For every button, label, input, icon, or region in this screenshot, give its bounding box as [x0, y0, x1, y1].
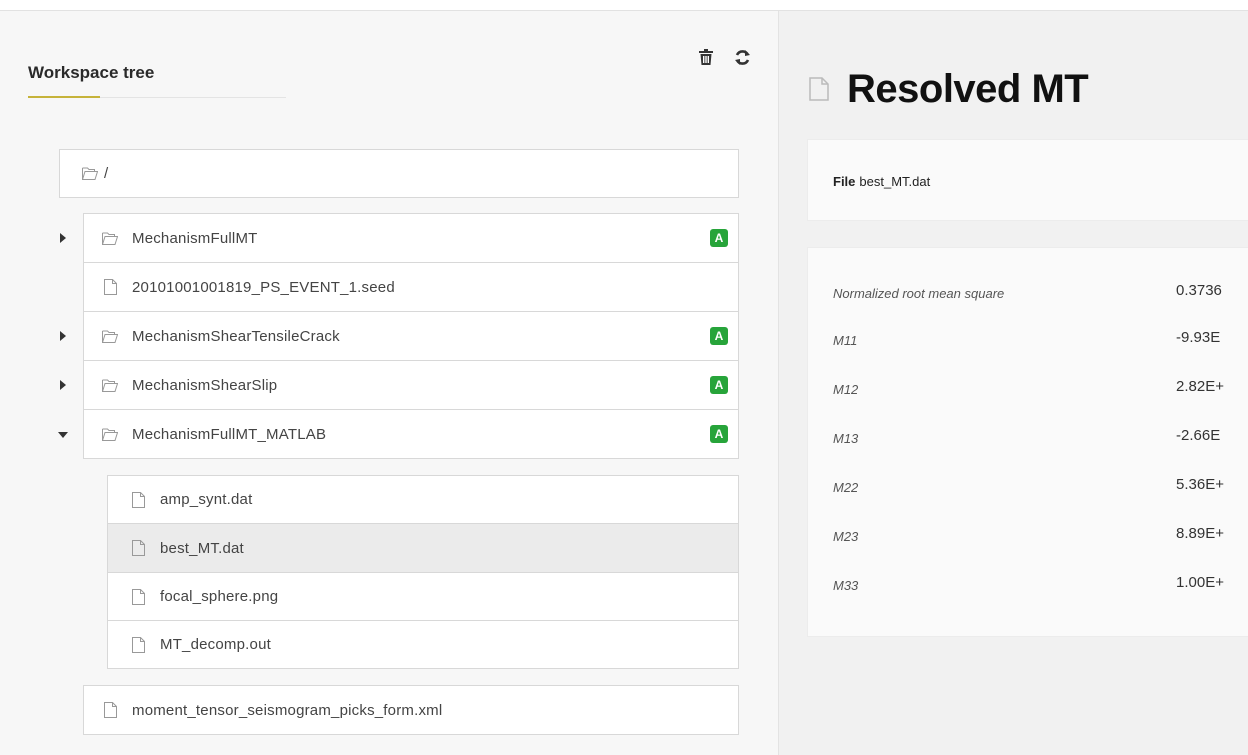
tree-child-label: best_MT.dat [160, 539, 244, 557]
workspace-title-underline [28, 96, 286, 98]
result-row: M33 1.00E+ [808, 574, 1248, 604]
result-key: Normalized root mean square [833, 286, 1005, 301]
result-key: M23 [833, 529, 859, 544]
tree-item-label: moment_tensor_seismogram_picks_form.xml [132, 701, 443, 719]
root-path-label: / [104, 165, 109, 182]
file-icon [130, 636, 146, 653]
folder-icon [102, 230, 118, 246]
root-path-node[interactable]: / [59, 149, 739, 198]
tree-child-best-mt[interactable]: best_MT.dat [107, 523, 739, 573]
tree-child-label: amp_synt.dat [160, 491, 253, 508]
status-badge: A [710, 229, 728, 247]
file-icon [130, 491, 146, 508]
tree-item-mechanism-shear-slip[interactable]: MechanismShearSlip A [83, 360, 739, 410]
tree-item-label: MechanismShearTensileCrack [132, 327, 340, 345]
file-label: File [833, 174, 856, 189]
result-key: M12 [833, 382, 859, 397]
status-badge: A [710, 425, 728, 443]
result-value: 1.00E+ [1176, 574, 1224, 591]
caret-down-icon[interactable] [58, 430, 68, 440]
file-icon [809, 76, 831, 103]
result-value: -2.66E [1176, 427, 1221, 444]
result-row: M11 -9.93E [808, 329, 1248, 359]
tree-item-label: MechanismFullMT_MATLAB [132, 425, 327, 443]
file-icon [130, 588, 146, 605]
tree-child-label: MT_decomp.out [160, 636, 271, 653]
workspace-actions [695, 46, 753, 68]
detail-header: Resolved MT [809, 67, 1089, 112]
result-value: 8.89E+ [1176, 525, 1224, 542]
file-icon [102, 279, 118, 295]
tree-child-amp-synt[interactable]: amp_synt.dat [107, 475, 739, 524]
underline-accent [28, 96, 100, 98]
tree-item-seed-file[interactable]: 20101001001819_PS_EVENT_1.seed [83, 262, 739, 312]
page-title: Resolved MT [847, 67, 1089, 111]
result-key: M13 [833, 431, 859, 446]
tree-item-label: 20101001001819_PS_EVENT_1.seed [132, 278, 395, 296]
caret-right-icon[interactable] [58, 380, 68, 390]
file-info: File best_MT.dat [833, 174, 930, 189]
result-value: 5.36E+ [1176, 476, 1224, 493]
detail-panel: Resolved MT File best_MT.dat Normalized r… [778, 11, 1248, 755]
caret-right-icon[interactable] [58, 331, 68, 341]
tree-item-mechanism-full-mt[interactable]: MechanismFullMT A [83, 213, 739, 263]
result-row: M22 5.36E+ [808, 476, 1248, 506]
result-value: -9.93E [1176, 329, 1221, 346]
tree-item-mechanism-full-mt-matlab[interactable]: MechanismFullMT_MATLAB A [83, 409, 739, 459]
tree-item-picks-form-xml[interactable]: moment_tensor_seismogram_picks_form.xml [83, 685, 739, 735]
tree-child-focal-sphere[interactable]: focal_sphere.png [107, 572, 739, 621]
workspace-panel: Workspace tree / MechanismFullMT A 20101… [0, 11, 778, 755]
status-badge: A [710, 376, 728, 394]
folder-icon [82, 166, 98, 182]
tree-child-label: focal_sphere.png [160, 588, 279, 605]
workspace-title: Workspace tree [28, 63, 155, 82]
result-key: M33 [833, 578, 859, 593]
tree-child-mt-decomp[interactable]: MT_decomp.out [107, 620, 739, 669]
file-icon [130, 540, 146, 556]
result-key: M11 [833, 333, 858, 348]
status-badge: A [710, 327, 728, 345]
tree-item-mechanism-shear-tensile-crack[interactable]: MechanismShearTensileCrack A [83, 311, 739, 361]
tree-item-label: MechanismFullMT [132, 229, 258, 247]
folder-icon [102, 377, 118, 393]
file-card: File best_MT.dat [807, 139, 1248, 221]
folder-icon [102, 426, 118, 442]
folder-icon [102, 328, 118, 344]
result-row: M12 2.82E+ [808, 378, 1248, 408]
tree-item-label: MechanismShearSlip [132, 376, 278, 394]
result-key: M22 [833, 480, 859, 495]
result-value: 0.3736 [1176, 282, 1222, 299]
result-row: M23 8.89E+ [808, 525, 1248, 555]
result-row: Normalized root mean square 0.3736 [808, 282, 1248, 312]
result-row: M13 -2.66E [808, 427, 1248, 457]
trash-icon[interactable] [695, 46, 717, 68]
file-name: best_MT.dat [859, 174, 931, 189]
caret-right-icon[interactable] [58, 233, 68, 243]
file-icon [102, 702, 118, 718]
result-value: 2.82E+ [1176, 378, 1224, 395]
refresh-icon[interactable] [731, 46, 753, 68]
results-card: Normalized root mean square 0.3736 M11 -… [807, 247, 1248, 637]
